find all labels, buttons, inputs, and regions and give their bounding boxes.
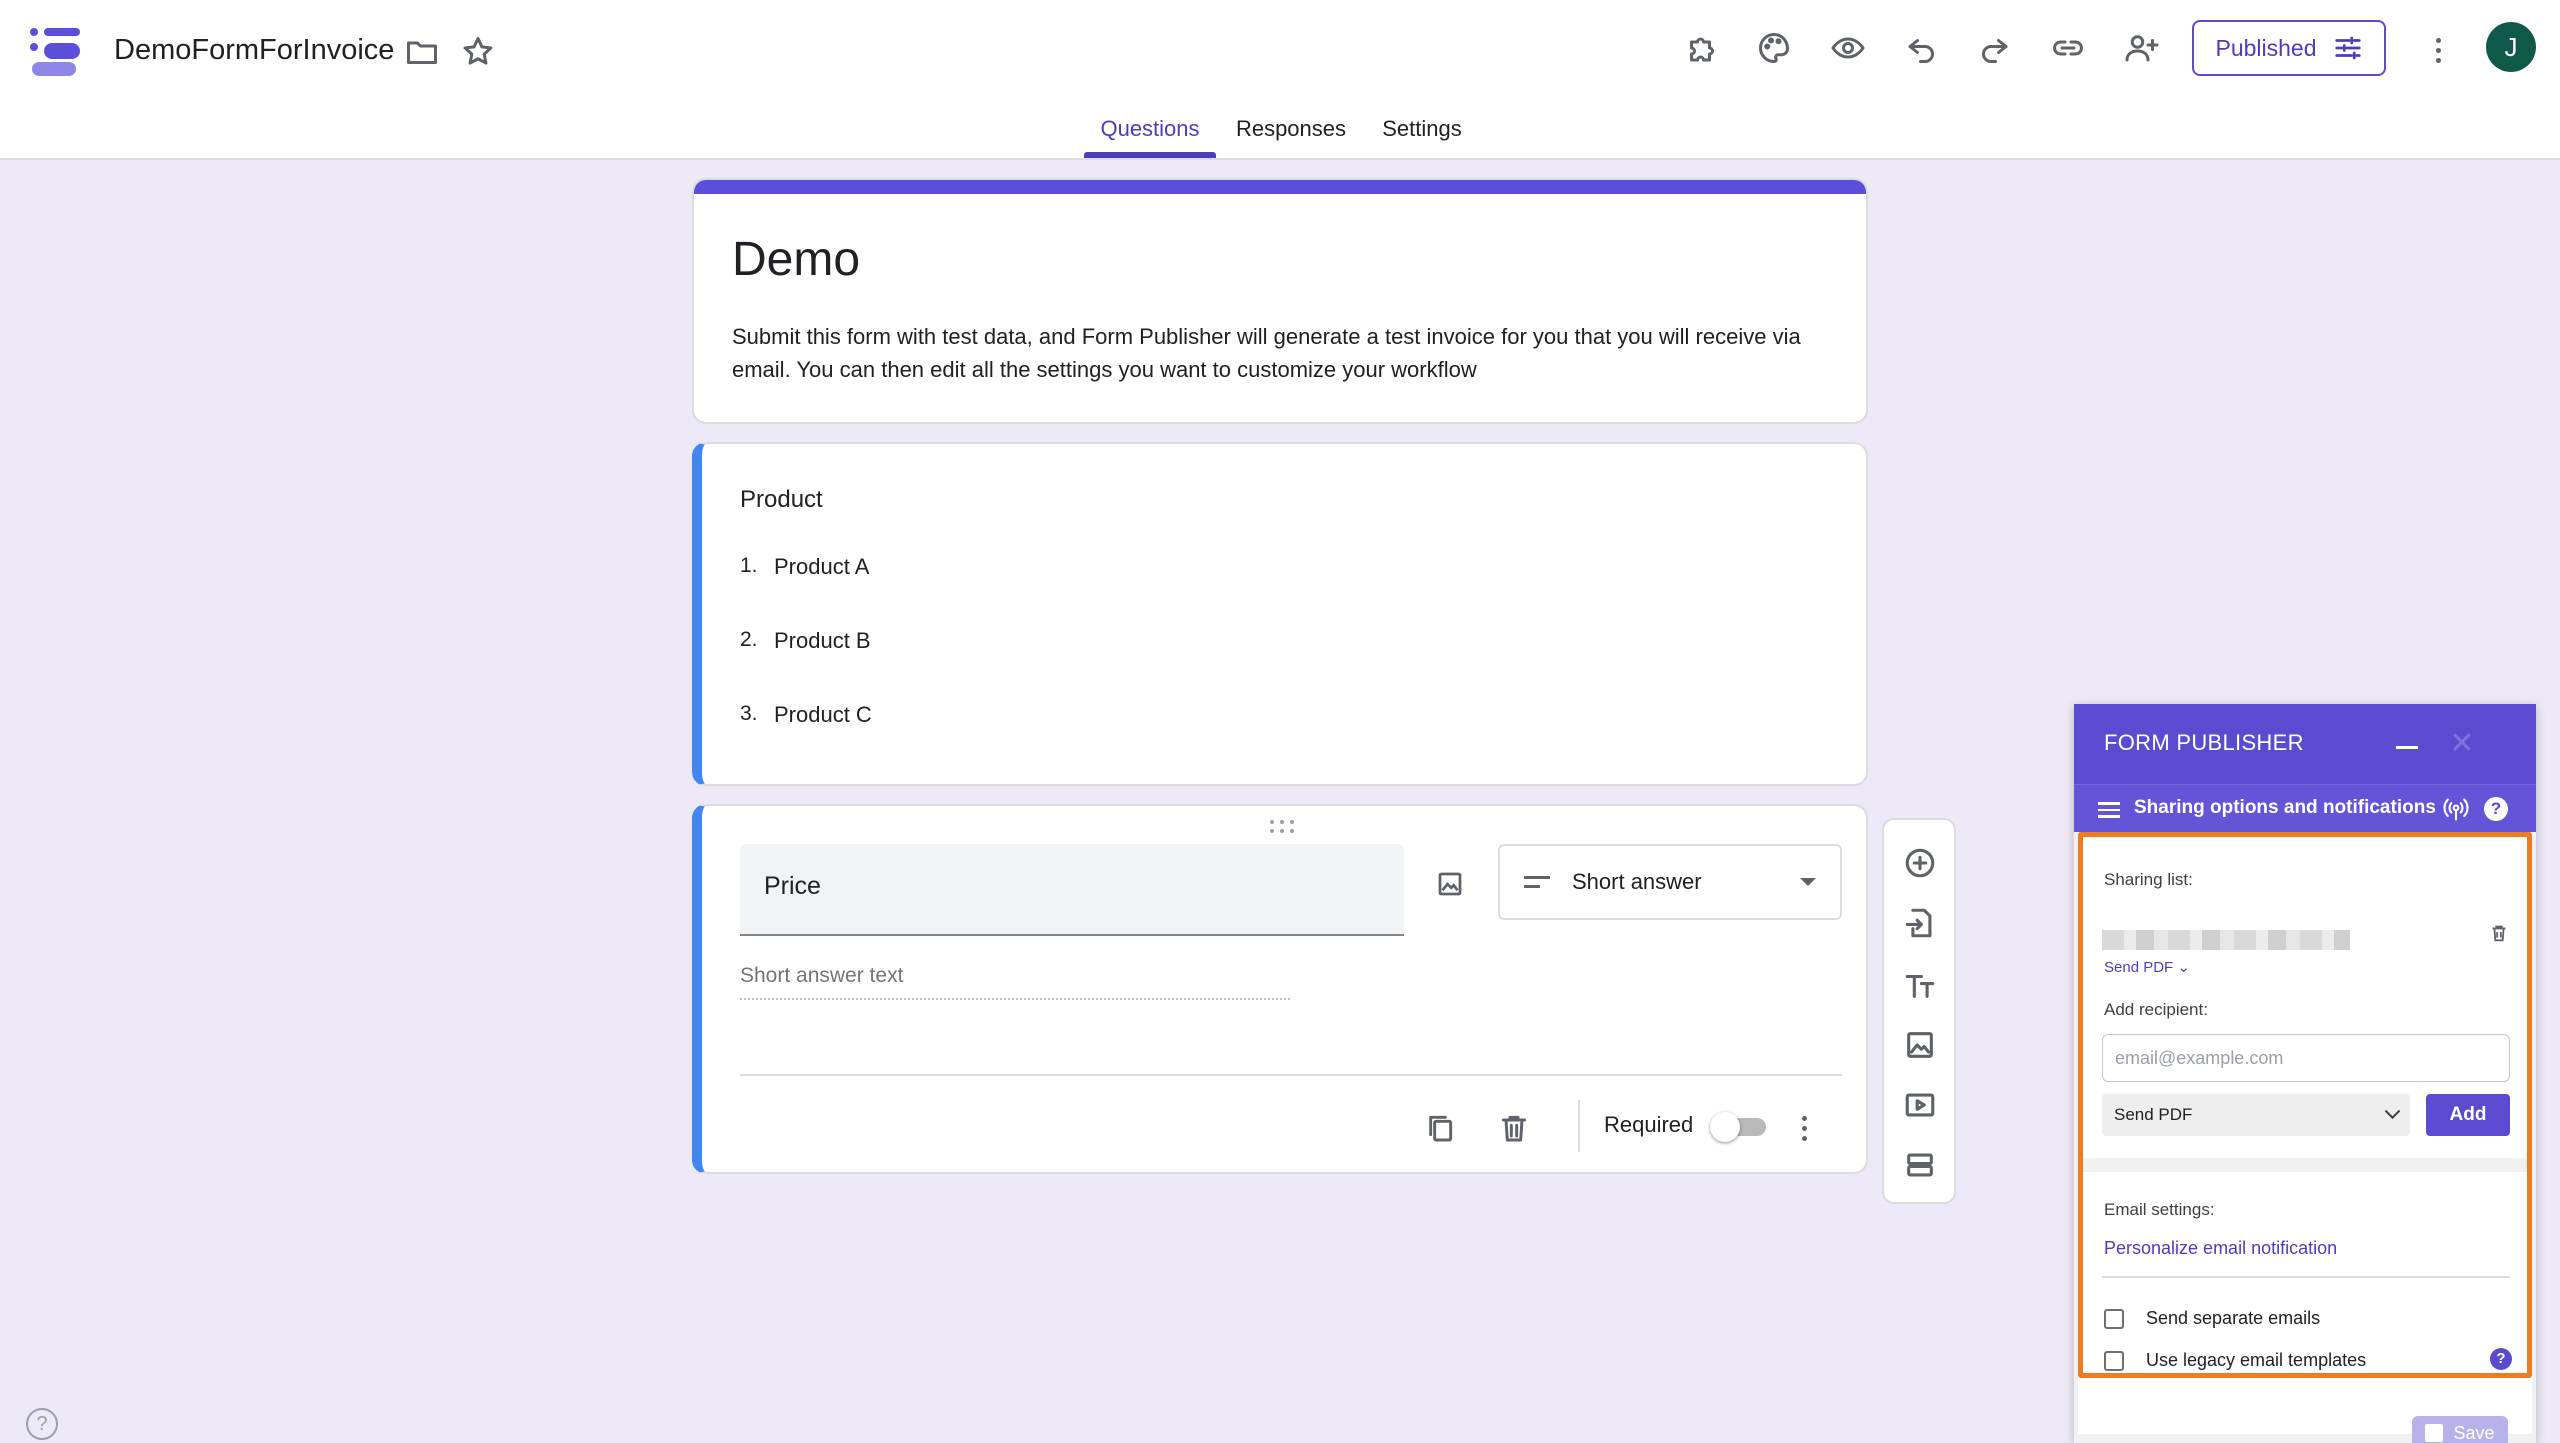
add-video-icon[interactable] bbox=[1897, 1082, 1943, 1128]
question-more-icon[interactable] bbox=[1784, 1106, 1824, 1150]
short-answer-icon bbox=[1524, 876, 1550, 888]
add-section-icon[interactable] bbox=[1897, 1142, 1943, 1188]
duplicate-icon[interactable] bbox=[1416, 1104, 1464, 1152]
add-image-icon[interactable] bbox=[1424, 858, 1476, 910]
save-icon bbox=[2425, 1424, 2444, 1442]
active-tab-indicator bbox=[1084, 152, 1216, 158]
form-title-card[interactable]: Demo Submit this form with test data, an… bbox=[692, 178, 1868, 424]
palette-icon[interactable] bbox=[1750, 24, 1798, 72]
preview-eye-icon[interactable] bbox=[1824, 24, 1872, 72]
broadcast-icon[interactable] bbox=[2442, 795, 2470, 823]
form-publisher-header: FORM PUBLISHER ✕ bbox=[2074, 704, 2536, 784]
add-title-icon[interactable] bbox=[1897, 962, 1943, 1008]
delete-icon[interactable] bbox=[1490, 1104, 1538, 1152]
form-header-band bbox=[694, 180, 1866, 194]
short-answer-placeholder: Short answer text bbox=[740, 964, 1290, 1000]
option-number: 1. bbox=[740, 554, 758, 577]
option-label: Product C bbox=[774, 702, 872, 727]
option-label: Product A bbox=[774, 554, 870, 579]
option-number: 3. bbox=[740, 702, 758, 725]
published-button[interactable]: Published bbox=[2192, 20, 2386, 76]
addon-puzzle-icon[interactable] bbox=[1678, 24, 1726, 72]
question-card-price[interactable]: Price Short answer Short answer text Req… bbox=[692, 804, 1868, 1174]
form-description[interactable]: Submit this form with test data, and For… bbox=[732, 320, 1842, 386]
document-title[interactable]: DemoFormForInvoice bbox=[114, 34, 394, 67]
required-label: Required bbox=[1604, 1112, 1694, 1137]
help-icon[interactable]: ? bbox=[26, 1408, 58, 1440]
tab-settings[interactable]: Settings bbox=[1372, 116, 1472, 160]
required-toggle[interactable] bbox=[1710, 1112, 1766, 1142]
footer-separator bbox=[1578, 1100, 1580, 1152]
save-button[interactable]: Save bbox=[2412, 1416, 2508, 1443]
tab-bar: Questions Responses Settings bbox=[0, 116, 2560, 160]
drag-handle-icon[interactable] bbox=[1270, 820, 1298, 834]
redo-icon[interactable] bbox=[1970, 24, 2018, 72]
menu-icon[interactable] bbox=[2098, 802, 2120, 818]
highlight-box bbox=[2078, 832, 2532, 1378]
folder-icon[interactable] bbox=[398, 28, 446, 76]
undo-icon[interactable] bbox=[1898, 24, 1946, 72]
question-title: Product bbox=[740, 486, 823, 513]
tune-icon bbox=[2334, 36, 2361, 60]
option-label: Product B bbox=[774, 628, 871, 653]
form-title[interactable]: Demo bbox=[732, 232, 860, 287]
question-type-label: Short answer bbox=[1572, 869, 1702, 894]
import-questions-icon[interactable] bbox=[1897, 900, 1943, 946]
section-title: Sharing options and notifications bbox=[2134, 797, 2436, 818]
close-icon[interactable]: ✕ bbox=[2444, 726, 2480, 762]
avatar[interactable]: J bbox=[2486, 22, 2536, 72]
card-divider bbox=[740, 1074, 1842, 1076]
link-icon[interactable] bbox=[2044, 24, 2092, 72]
help-icon[interactable]: ? bbox=[2484, 797, 2508, 821]
published-label: Published bbox=[2215, 34, 2317, 61]
question-type-select[interactable]: Short answer bbox=[1498, 844, 1842, 920]
dropdown-arrow-icon bbox=[1800, 878, 1816, 886]
add-collaborator-icon[interactable] bbox=[2118, 24, 2166, 72]
floating-toolbar bbox=[1882, 818, 1956, 1204]
minimize-icon[interactable] bbox=[2396, 746, 2418, 749]
add-image-icon[interactable] bbox=[1897, 1022, 1943, 1068]
more-vert-icon[interactable] bbox=[2416, 28, 2460, 72]
logo-icon[interactable] bbox=[28, 24, 84, 80]
app-header: DemoFormForInvoice Published J Questions… bbox=[0, 0, 2560, 160]
option-number: 2. bbox=[740, 628, 758, 651]
form-publisher-subheader: Sharing options and notifications ? bbox=[2074, 784, 2536, 832]
add-question-icon[interactable] bbox=[1897, 840, 1943, 886]
form-publisher-title: FORM PUBLISHER bbox=[2104, 730, 2304, 755]
star-icon[interactable] bbox=[454, 28, 502, 76]
question-title-input[interactable]: Price bbox=[740, 844, 1404, 936]
tab-responses[interactable]: Responses bbox=[1230, 116, 1352, 160]
save-label: Save bbox=[2453, 1422, 2495, 1443]
question-card-product[interactable]: Product 1. Product A 2. Product B 3. Pro… bbox=[692, 442, 1868, 786]
